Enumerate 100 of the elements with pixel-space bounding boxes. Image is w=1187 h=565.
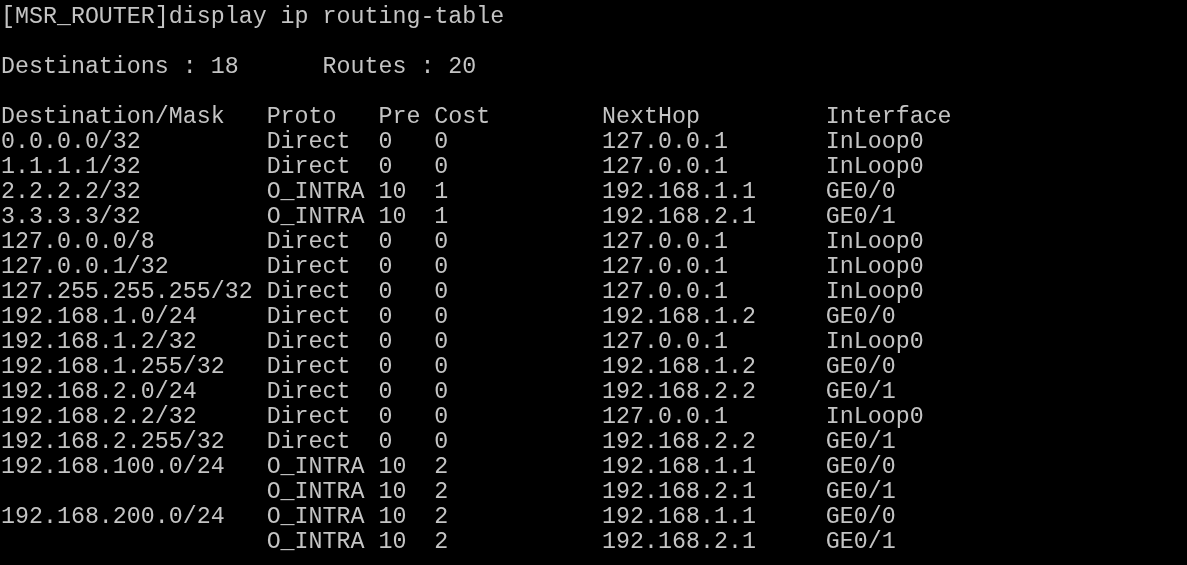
table-cell: GE0/0 [825,454,896,480]
table-cell: 127.0.0.1/32 [1,254,169,280]
table-cell: GE0/1 [825,429,896,455]
table-cell: GE0/0 [825,354,896,380]
table-cell: 0 [378,304,393,330]
table-cell: 0 [378,279,393,305]
table-cell: 127.0.0.1 [602,229,728,255]
table-cell: 192.168.1.1 [602,179,756,205]
table-cell: 192.168.1.1 [602,454,756,480]
table-cell: O_INTRA [266,504,365,530]
table-cell: 127.0.0.1 [602,279,728,305]
table-cell: 0.0.0.0/32 [1,129,141,155]
table-cell: 192.168.2.0/24 [1,379,197,405]
table-cell: InLoop0 [825,254,924,280]
table-cell: 2 [434,529,449,555]
table-cell: 192.168.2.1 [602,529,756,555]
table-cell: 10 [378,529,407,555]
table-cell: 0 [434,129,449,155]
table-cell: Direct [266,229,351,255]
table-cell: InLoop0 [825,329,924,355]
table-cell: O_INTRA [266,479,365,505]
table-cell: 10 [378,479,407,505]
table-cell: Direct [266,254,351,280]
table-cell: 3.3.3.3/32 [1,204,141,230]
table-cell: 1 [434,179,449,205]
table-cell: 192.168.2.1 [602,479,756,505]
table-cell: 1 [434,204,449,230]
table-cell: Direct [266,129,351,155]
table-cell: 127.0.0.0/8 [1,229,155,255]
table-cell: 192.168.2.1 [602,204,756,230]
table-cell: GE0/1 [825,479,896,505]
table-cell: O_INTRA [266,179,365,205]
table-cell: GE0/0 [825,504,896,530]
command-line: [MSR_ROUTER]display ip routing-table [1,5,505,30]
table-cell: 0 [378,354,393,380]
table-cell: Direct [266,304,351,330]
table-cell: 0 [434,304,449,330]
table-cell: Direct [266,154,351,180]
table-cell: 10 [378,504,407,530]
column-header: NextHop [602,104,700,130]
table-cell: 2 [434,479,449,505]
table-cell: InLoop0 [825,279,924,305]
table-cell: GE0/1 [825,204,896,230]
table-cell: 0 [378,254,393,280]
table-cell: 0 [434,279,449,305]
table-cell: 0 [378,154,393,180]
table-cell: 127.0.0.1 [602,129,728,155]
table-cell: 0 [434,404,449,430]
table-cell: 0 [434,354,449,380]
table-cell: 0 [434,329,449,355]
table-cell: GE0/1 [825,529,896,555]
table-cell: 192.168.200.0/24 [1,504,225,530]
table-cell: O_INTRA [266,204,365,230]
table-cell: 127.255.255.255/32 [1,279,253,305]
table-cell: 0 [434,229,449,255]
table-cell: 127.0.0.1 [602,329,728,355]
table-cell: 0 [378,429,393,455]
table-cell: GE0/1 [825,379,896,405]
table-cell: 0 [378,379,393,405]
table-cell: Direct [266,404,351,430]
table-cell: GE0/0 [825,304,896,330]
table-cell: 192.168.1.0/24 [1,304,197,330]
table-cell: 192.168.1.2/32 [1,329,197,355]
table-cell: InLoop0 [825,404,924,430]
table-cell: 0 [378,404,393,430]
table-cell: 0 [378,229,393,255]
summary-text: Routes : 20 [322,55,477,80]
table-cell: 192.168.1.2 [602,354,756,380]
table-cell: Direct [266,329,351,355]
table-cell: O_INTRA [266,454,365,480]
table-cell: 127.0.0.1 [602,254,728,280]
table-cell: 192.168.1.2 [602,304,756,330]
table-cell: 2 [434,504,449,530]
table-cell: 0 [434,429,449,455]
table-cell: 192.168.2.2/32 [1,404,197,430]
table-cell: 192.168.1.1 [602,504,756,530]
table-cell: 10 [378,179,407,205]
table-cell: 192.168.2.2 [602,379,756,405]
table-cell: 1.1.1.1/32 [1,154,141,180]
column-header: Interface [825,104,952,130]
table-cell: 0 [378,329,393,355]
column-header: Destination/Mask [1,104,225,130]
table-cell: O_INTRA [266,529,365,555]
table-cell: InLoop0 [825,229,924,255]
table-cell: 10 [378,454,407,480]
table-cell: Direct [266,279,351,305]
table-cell: Direct [266,354,351,380]
table-cell: InLoop0 [825,129,924,155]
table-cell: 0 [434,379,449,405]
summary-text: Destinations : 18 [1,55,240,80]
table-cell: 192.168.2.2 [602,429,756,455]
column-header: Cost [434,104,491,130]
table-cell: 127.0.0.1 [602,404,728,430]
table-cell: 0 [434,154,449,180]
table-cell: 2 [434,454,449,480]
table-cell: Direct [266,379,351,405]
column-header: Pre [378,104,421,130]
table-cell: 192.168.100.0/24 [1,454,225,480]
table-cell: 2.2.2.2/32 [1,179,141,205]
table-cell: 0 [378,129,393,155]
